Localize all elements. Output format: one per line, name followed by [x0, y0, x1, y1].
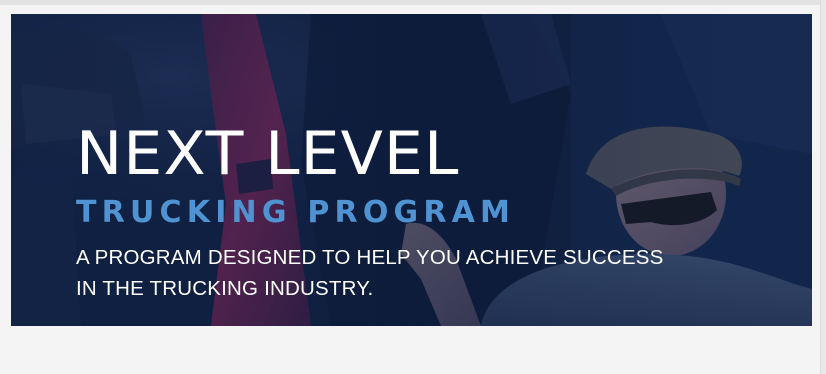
- top-strip: [0, 0, 826, 5]
- hero-description: A PROGRAM DESIGNED TO HELP YOU ACHIEVE S…: [76, 246, 664, 300]
- hero-subheadline: TRUCKING PROGRAM: [76, 195, 516, 230]
- hero-headline: NEXT LEVEL: [76, 119, 460, 189]
- page-frame: NEXT LEVEL TRUCKING PROGRAM A PROGRAM DE…: [0, 0, 826, 374]
- hero-banner: NEXT LEVEL TRUCKING PROGRAM A PROGRAM DE…: [11, 14, 812, 326]
- hero-text-block: NEXT LEVEL TRUCKING PROGRAM A PROGRAM DE…: [76, 124, 696, 304]
- scrollbar-track[interactable]: [820, 0, 826, 374]
